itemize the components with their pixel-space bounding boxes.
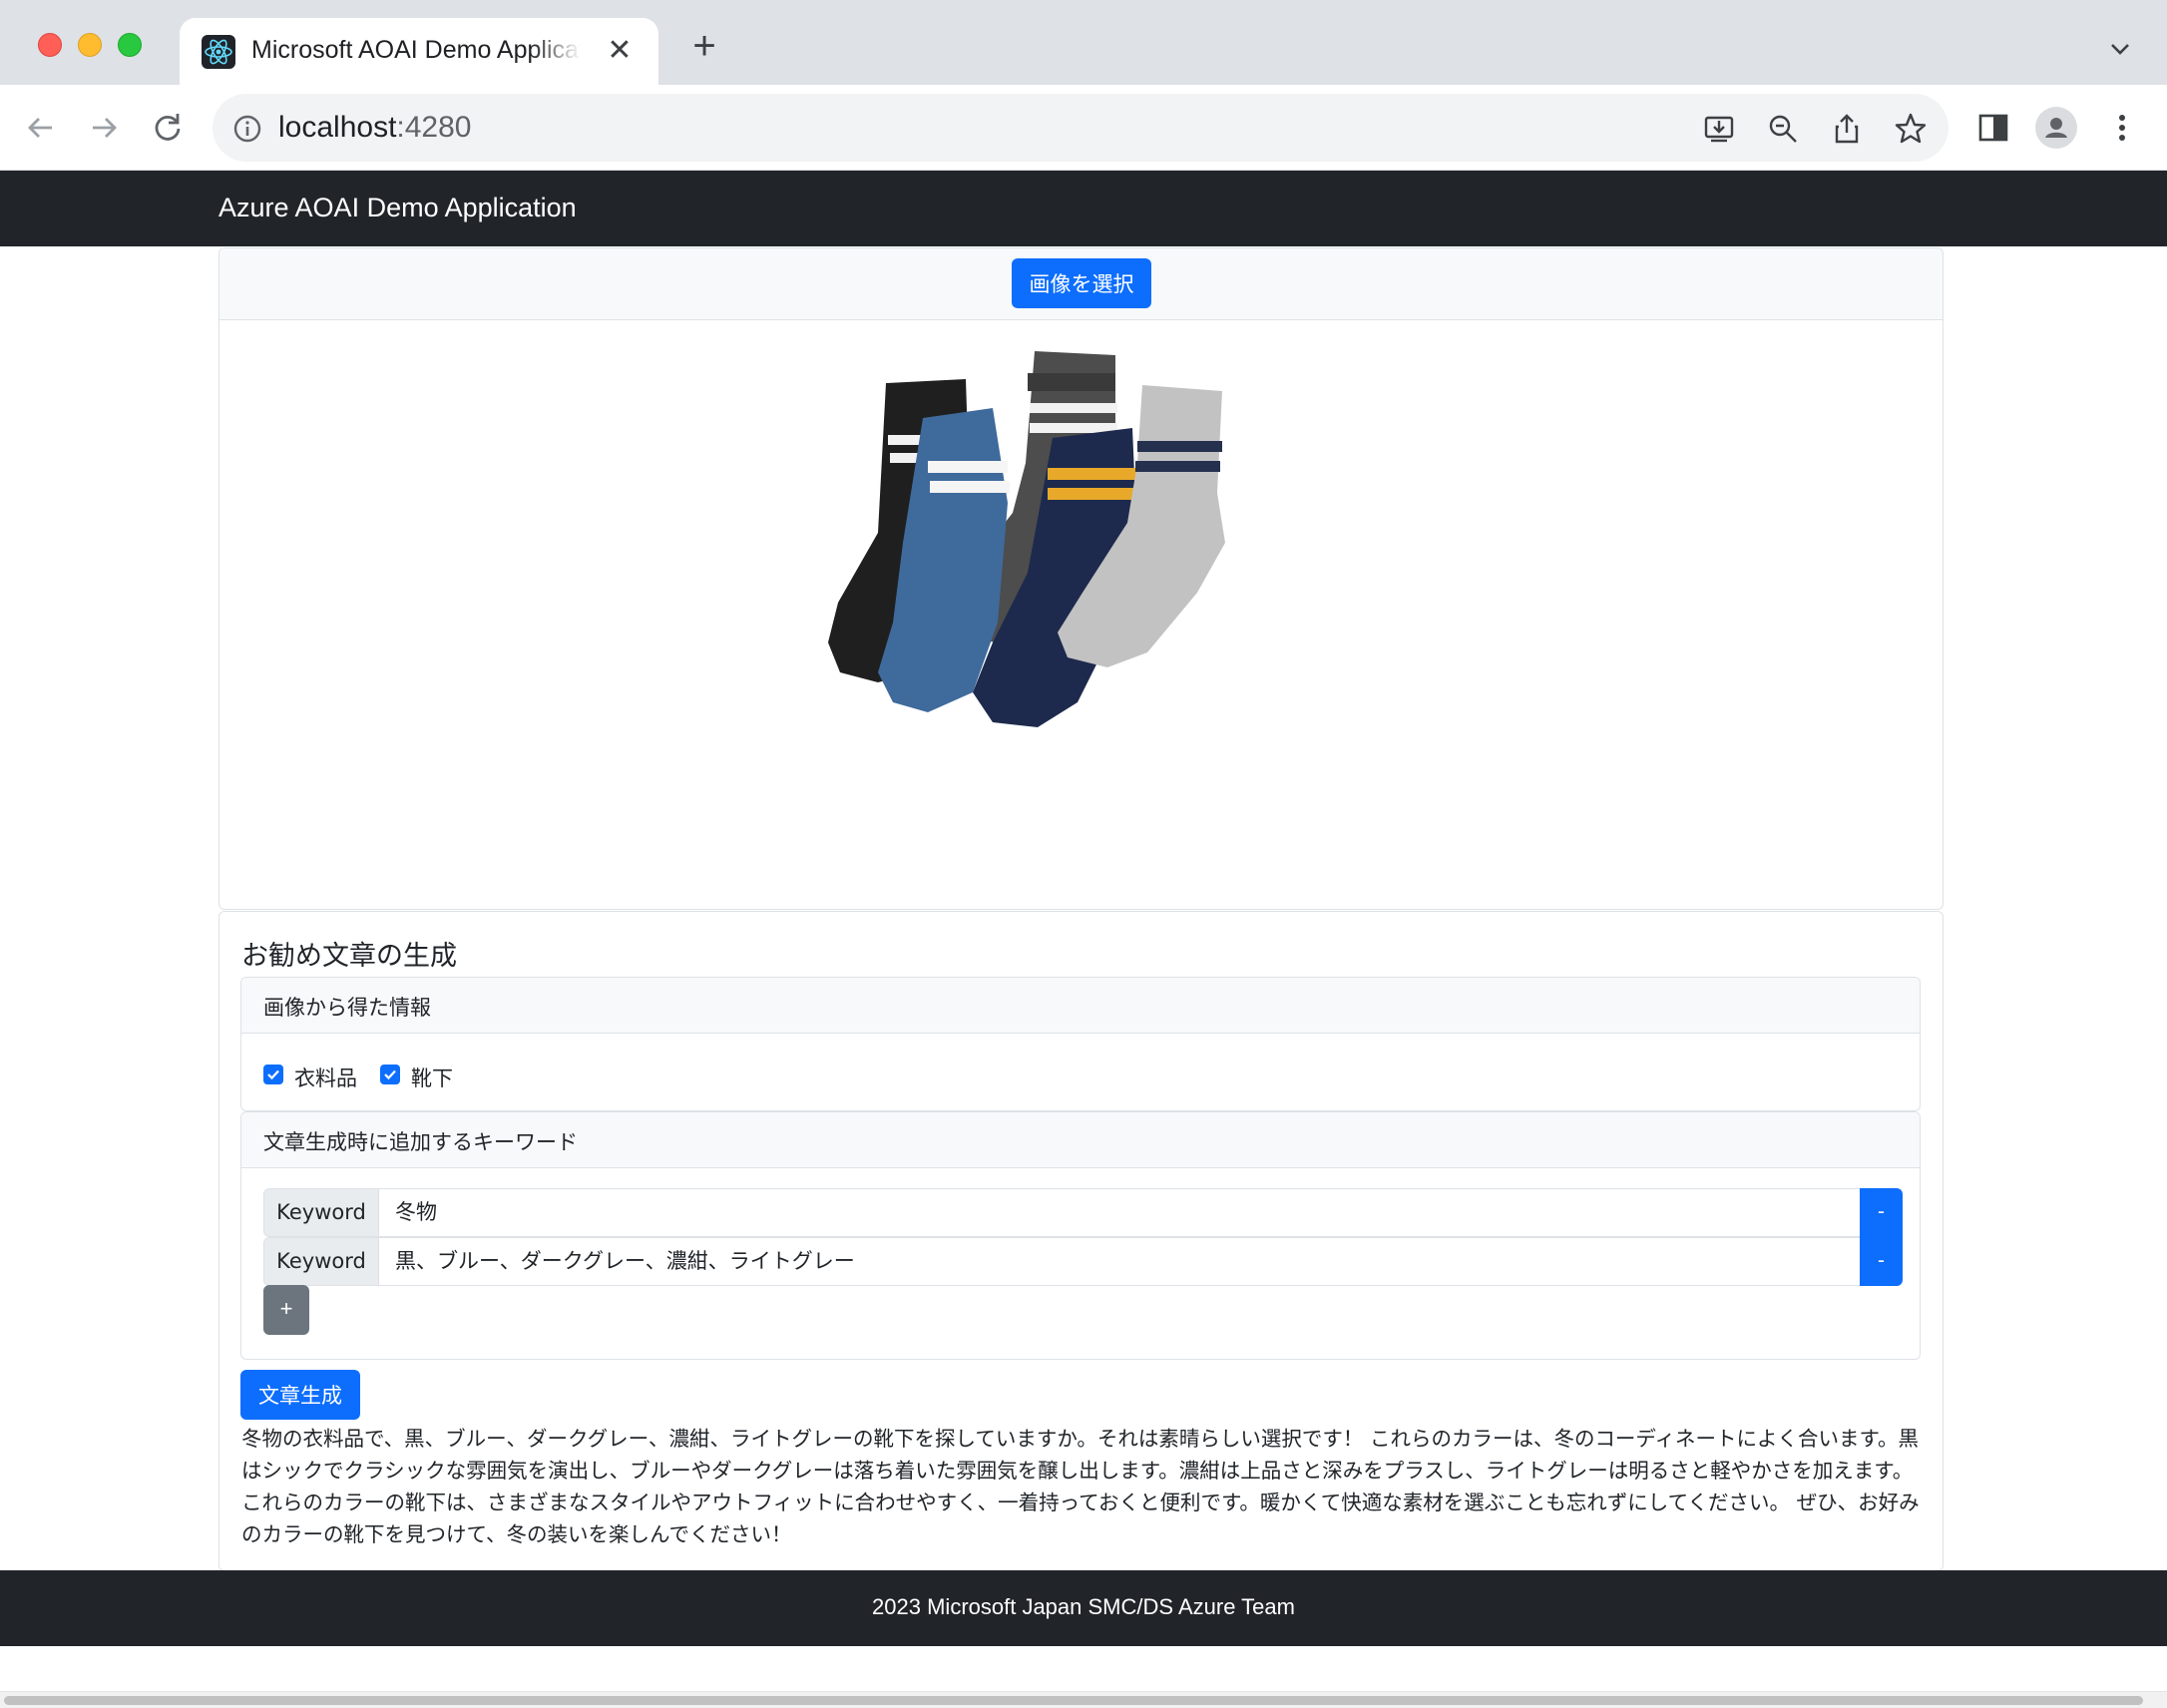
url-port: :4280 xyxy=(396,111,472,144)
checkbox-checked-icon[interactable] xyxy=(263,1065,283,1084)
image-info-title: 画像から得た情報 xyxy=(263,996,431,1020)
keywords-card: 文章生成時に追加するキーワード Keyword 冬物 - Keyword 黒、ブ… xyxy=(240,1111,1921,1360)
image-card-header: 画像を選択 xyxy=(219,248,1943,320)
react-logo-icon xyxy=(202,35,235,69)
footer-text: 2023 Microsoft Japan SMC/DS Azure Team xyxy=(872,1594,1295,1619)
keyword-row: Keyword 冬物 - xyxy=(263,1188,1903,1237)
generated-text: 冬物の衣料品で、黒、ブルー、ダークグレー、濃紺、ライトグレーの靴下を探しています… xyxy=(241,1427,1920,1546)
forward-icon[interactable] xyxy=(83,107,125,149)
window-close-button[interactable] xyxy=(38,33,62,57)
window-zoom-button[interactable] xyxy=(118,33,142,57)
browser-tab-active[interactable]: Microsoft AOAI Demo Application ✕ xyxy=(180,18,658,85)
tag-label: 衣料品 xyxy=(294,1067,357,1090)
browser-tab-strip: Microsoft AOAI Demo Application ✕ + xyxy=(0,0,2167,85)
horizontal-scrollbar[interactable] xyxy=(0,1691,2167,1708)
keyword-input[interactable]: 黒、ブルー、ダークグレー、濃紺、ライトグレー xyxy=(378,1237,1861,1286)
scrollbar-thumb[interactable] xyxy=(4,1696,2143,1705)
keywords-header: 文章生成時に追加するキーワード xyxy=(241,1112,1920,1168)
image-card: 画像を選択 xyxy=(218,247,1944,910)
back-icon[interactable] xyxy=(20,107,62,149)
add-keyword-button[interactable]: + xyxy=(263,1285,309,1335)
checkbox-checked-icon[interactable] xyxy=(380,1065,400,1084)
generate-text-button[interactable]: 文章生成 xyxy=(240,1370,360,1420)
app-brand[interactable]: Azure AOAI Demo Application xyxy=(218,193,577,223)
bookmark-star-icon[interactable] xyxy=(1894,112,1928,146)
tab-title: Microsoft AOAI Demo Application xyxy=(251,36,581,64)
install-app-icon[interactable] xyxy=(1702,112,1736,146)
image-info-card: 画像から得た情報 衣料品 靴下 xyxy=(240,977,1921,1111)
profile-icon[interactable] xyxy=(2035,107,2077,149)
socks-photo xyxy=(798,343,1387,902)
tab-search-chevron-icon[interactable] xyxy=(2105,34,2135,64)
address-bar[interactable]: localhost:4280 xyxy=(213,94,1949,162)
keyword-label: Keyword xyxy=(263,1188,379,1237)
remove-keyword-button[interactable]: - xyxy=(1860,1188,1903,1237)
app-footer: 2023 Microsoft Japan SMC/DS Azure Team xyxy=(0,1570,2167,1646)
close-icon[interactable]: ✕ xyxy=(604,35,636,67)
reload-icon[interactable] xyxy=(147,107,189,149)
side-panel-icon[interactable] xyxy=(1972,107,2014,149)
keyword-label: Keyword xyxy=(263,1237,379,1286)
window-minimize-button[interactable] xyxy=(78,33,102,57)
remove-keyword-button[interactable]: - xyxy=(1860,1237,1903,1286)
generation-title: お勧め文章の生成 xyxy=(241,941,457,972)
info-icon[interactable] xyxy=(232,114,262,144)
tag-label: 靴下 xyxy=(411,1067,453,1090)
keyword-input[interactable]: 冬物 xyxy=(378,1188,1861,1237)
url-host: localhost xyxy=(278,111,397,144)
generation-card: お勧め文章の生成 画像から得た情報 衣料品 靴下 文章生成時に追加するキーワード… xyxy=(218,911,1944,1571)
url-text: localhost:4280 xyxy=(278,111,471,145)
menu-kebab-icon[interactable] xyxy=(2101,107,2143,149)
share-icon[interactable] xyxy=(1830,112,1864,146)
select-image-button[interactable]: 画像を選択 xyxy=(1012,258,1151,308)
keyword-row: Keyword 黒、ブルー、ダークグレー、濃紺、ライトグレー - xyxy=(263,1237,1903,1286)
zoom-icon[interactable] xyxy=(1766,112,1800,146)
browser-toolbar: localhost:4280 xyxy=(0,85,2167,171)
keywords-title: 文章生成時に追加するキーワード xyxy=(263,1130,578,1154)
new-tab-button[interactable]: + xyxy=(686,26,722,66)
image-info-header: 画像から得た情報 xyxy=(241,978,1920,1034)
app-navbar: Azure AOAI Demo Application xyxy=(0,171,2167,246)
